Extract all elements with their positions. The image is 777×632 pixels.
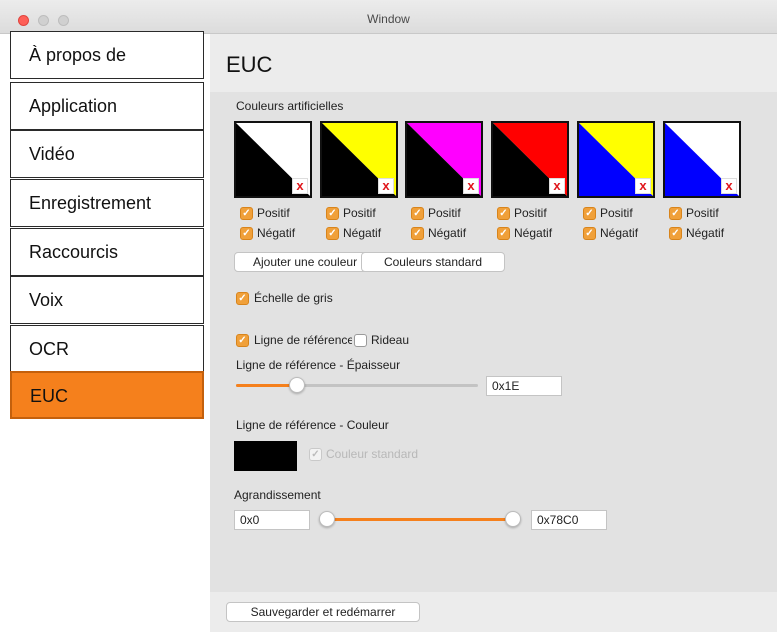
negative-label: Négatif — [600, 226, 639, 240]
sidebar-item-euc[interactable]: EUC — [10, 371, 204, 419]
curtain-label: Rideau — [371, 333, 410, 347]
positive-label: Positif — [600, 206, 633, 220]
negative-checkbox[interactable]: ✓ — [240, 227, 253, 240]
negative-label: Négatif — [514, 226, 553, 240]
standard-color-label: Couleur standard — [326, 447, 419, 461]
positive-label: Positif — [686, 206, 719, 220]
negative-checkbox[interactable]: ✓ — [326, 227, 339, 240]
positive-checkbox[interactable]: ✓ — [326, 207, 339, 220]
negative-label: Négatif — [686, 226, 725, 240]
negative-checkbox[interactable]: ✓ — [583, 227, 596, 240]
positive-checkbox[interactable]: ✓ — [240, 207, 253, 220]
magnification-slider-fill — [327, 518, 513, 521]
sidebar-item-shortcuts[interactable]: Raccourcis — [10, 228, 204, 276]
curtain-checkbox[interactable] — [354, 334, 367, 347]
positive-label: Positif — [428, 206, 461, 220]
positive-checkbox[interactable]: ✓ — [411, 207, 424, 220]
magnification-label: Agrandissement — [234, 488, 321, 502]
negative-label: Négatif — [428, 226, 467, 240]
remove-color-icon[interactable]: x — [292, 178, 308, 194]
standard-color-checkbox[interactable]: ✓ — [309, 448, 322, 461]
sidebar: À propos de Application Vidéo Enregistre… — [0, 31, 210, 632]
negative-label: Négatif — [343, 226, 382, 240]
artificial-colors-label: Couleurs artificielles — [236, 99, 344, 113]
remove-color-icon[interactable]: x — [378, 178, 394, 194]
color-swatch[interactable]: x — [491, 121, 569, 198]
sidebar-item-ocr[interactable]: OCR — [10, 325, 204, 373]
negative-label: Négatif — [257, 226, 296, 240]
positive-checkbox[interactable]: ✓ — [497, 207, 510, 220]
reference-line-label: Ligne de référence — [254, 333, 352, 347]
line-color-well[interactable] — [234, 441, 297, 471]
positive-label: Positif — [257, 206, 290, 220]
color-swatch[interactable]: x — [663, 121, 741, 198]
save-and-restart-button[interactable]: Sauvegarder et redémarrer — [226, 602, 420, 622]
title-bar: Window — [0, 0, 777, 34]
positive-label: Positif — [514, 206, 547, 220]
magnification-min-field[interactable]: 0x0 — [234, 510, 310, 530]
negative-checkbox[interactable]: ✓ — [669, 227, 682, 240]
line-color-label: Ligne de référence - Couleur — [236, 418, 389, 432]
thickness-value-field[interactable]: 0x1E — [486, 376, 562, 396]
positive-label: Positif — [343, 206, 376, 220]
thickness-slider-knob[interactable] — [288, 377, 305, 393]
color-swatch[interactable]: x — [234, 121, 312, 198]
magnification-max-field[interactable]: 0x78C0 — [531, 510, 607, 530]
sidebar-item-video[interactable]: Vidéo — [10, 130, 204, 178]
magnification-slider-max-knob[interactable] — [505, 511, 521, 527]
thickness-slider-fill — [236, 384, 297, 387]
color-swatch[interactable]: x — [405, 121, 483, 198]
negative-checkbox[interactable]: ✓ — [497, 227, 510, 240]
standard-colors-button[interactable]: Couleurs standard — [361, 252, 505, 272]
reference-line-checkbox[interactable]: ✓ — [236, 334, 249, 347]
magnification-slider-min-knob[interactable] — [319, 511, 335, 527]
sidebar-item-recording[interactable]: Enregistrement — [10, 179, 204, 227]
add-color-button[interactable]: Ajouter une couleur — [234, 252, 374, 272]
thickness-label: Ligne de référence - Épaisseur — [236, 358, 401, 372]
remove-color-icon[interactable]: x — [721, 178, 737, 194]
positive-checkbox[interactable]: ✓ — [669, 207, 682, 220]
sidebar-item-about[interactable]: À propos de — [10, 31, 204, 79]
window-title: Window — [367, 12, 410, 26]
color-swatch[interactable]: x — [577, 121, 655, 198]
sidebar-item-voice[interactable]: Voix — [10, 276, 204, 324]
negative-checkbox[interactable]: ✓ — [411, 227, 424, 240]
positive-checkbox[interactable]: ✓ — [583, 207, 596, 220]
sidebar-item-application[interactable]: Application — [10, 82, 204, 130]
grayscale-checkbox[interactable]: ✓ — [236, 292, 249, 305]
remove-color-icon[interactable]: x — [549, 178, 565, 194]
remove-color-icon[interactable]: x — [463, 178, 479, 194]
page-title: EUC — [226, 52, 273, 77]
color-swatch[interactable]: x — [320, 121, 398, 198]
remove-color-icon[interactable]: x — [635, 178, 651, 194]
grayscale-label: Échelle de gris — [254, 291, 333, 305]
